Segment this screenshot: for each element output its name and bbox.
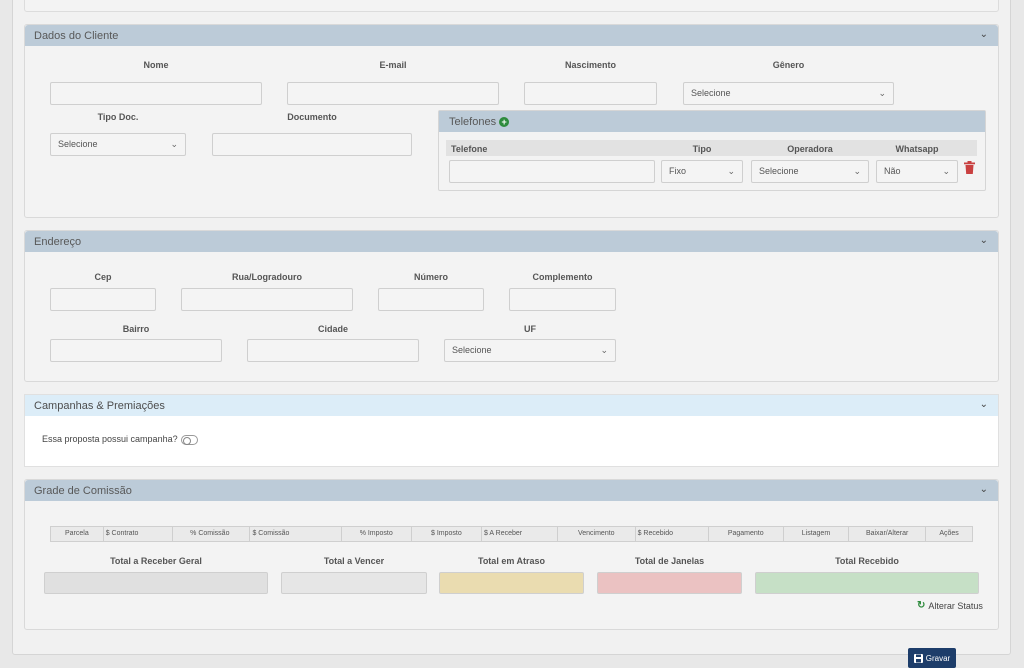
tipo-doc-select[interactable]: Selecione ⌄ <box>50 133 186 156</box>
email-input[interactable] <box>287 82 499 105</box>
telefones-header: Telefones + <box>439 111 985 132</box>
whatsapp-select-value: Não <box>884 166 901 176</box>
numero-input[interactable] <box>378 288 484 311</box>
tipo-select[interactable]: Fixo ⌄ <box>661 160 743 183</box>
chevron-down-icon[interactable]: ⌄ <box>980 399 988 410</box>
col-pct-imposto: % Imposto <box>342 527 412 541</box>
chevron-down-icon: ⌄ <box>170 139 178 149</box>
tipo-doc-select-value: Selecione <box>58 139 98 149</box>
total-vencer-label: Total a Vencer <box>323 556 385 566</box>
telefone-input[interactable] <box>449 160 655 183</box>
genero-label: Gênero <box>772 60 805 70</box>
email-label: E-mail <box>379 60 407 70</box>
cidade-label: Cidade <box>317 324 348 334</box>
complemento-label: Complemento <box>532 272 593 282</box>
genero-select[interactable]: Selecione ⌄ <box>683 82 894 105</box>
chevron-down-icon: ⌄ <box>878 88 886 98</box>
nascimento-label: Nascimento <box>564 60 617 70</box>
trash-icon[interactable] <box>964 161 975 174</box>
total-receber-label: Total a Receber Geral <box>110 556 202 566</box>
col-baixar-alterar: Baixar/Alterar <box>849 527 927 541</box>
cep-input[interactable] <box>50 288 156 311</box>
operadora-col: Operadora <box>787 144 833 154</box>
grade-table-header: Parcela $ Contrato % Comissão $ Comissão… <box>50 526 973 542</box>
campanha-toggle[interactable] <box>181 434 199 445</box>
total-vencer-field <box>281 572 427 594</box>
campanhas-title: Campanhas & Premiações <box>34 399 165 412</box>
chevron-down-icon: ⌄ <box>727 166 735 176</box>
telefones-title: Telefones <box>449 115 497 128</box>
campanha-question: Essa proposta possui campanha? <box>42 434 178 444</box>
cidade-input[interactable] <box>247 339 419 362</box>
nome-input[interactable] <box>50 82 262 105</box>
col-vencimento: Vencimento <box>558 527 636 541</box>
total-janelas-label: Total de Janelas <box>634 556 705 566</box>
rua-label: Rua/Logradouro <box>232 272 302 282</box>
campanhas-panel: Campanhas & Premiações ⌄ Essa proposta p… <box>24 394 999 467</box>
whatsapp-col: Whatsapp <box>895 144 939 154</box>
dados-cliente-header[interactable]: Dados do Cliente ⌄ <box>25 25 998 46</box>
refresh-icon: ↻ <box>917 600 926 611</box>
bairro-label: Bairro <box>122 324 150 334</box>
complemento-input[interactable] <box>509 288 616 311</box>
total-atraso-label: Total em Atraso <box>477 556 545 566</box>
gravar-button[interactable]: Gravar <box>908 648 956 668</box>
documento-label: Documento <box>287 112 337 122</box>
total-atraso-field <box>439 572 584 594</box>
total-receber-field <box>44 572 268 594</box>
chevron-down-icon: ⌄ <box>600 345 608 355</box>
nome-label: Nome <box>143 60 169 70</box>
tipo-doc-label: Tipo Doc. <box>97 112 139 122</box>
col-contrato: $ Contrato <box>104 527 173 541</box>
chevron-down-icon: ⌄ <box>942 166 950 176</box>
documento-input[interactable] <box>212 133 412 156</box>
previous-section-card <box>24 0 999 12</box>
alterar-status-label: Alterar Status <box>928 600 983 611</box>
operadora-select[interactable]: Selecione ⌄ <box>751 160 869 183</box>
col-acoes: Ações <box>939 530 959 537</box>
uf-label: UF <box>524 324 536 334</box>
col-imposto: $ Imposto <box>412 527 482 541</box>
chevron-down-icon: ⌄ <box>853 166 861 176</box>
total-janelas-field <box>597 572 742 594</box>
grade-header[interactable]: Grade de Comissão ⌄ <box>25 480 998 501</box>
col-comissao: $ Comissão <box>250 527 343 541</box>
tipo-select-value: Fixo <box>669 166 687 176</box>
telefone-col: Telefone <box>451 144 488 154</box>
campanha-question-row: Essa proposta possui campanha? <box>42 434 199 445</box>
chevron-down-icon[interactable]: ⌄ <box>980 484 988 495</box>
chevron-down-icon[interactable]: ⌄ <box>980 235 988 246</box>
col-listagem: Listagem <box>784 527 850 541</box>
gravar-label: Gravar <box>925 653 951 663</box>
genero-select-value: Selecione <box>691 88 731 98</box>
tipo-col: Tipo <box>692 144 712 154</box>
nascimento-input[interactable] <box>524 82 657 105</box>
alterar-status-link[interactable]: ↻ Alterar Status <box>917 600 983 611</box>
col-pct-comissao: % Comissão <box>173 527 251 541</box>
col-pagamento: Pagamento <box>709 527 784 541</box>
save-icon <box>913 653 923 663</box>
col-parcela: Parcela <box>51 527 104 541</box>
col-a-receber: $ A Receber <box>482 527 559 541</box>
dados-cliente-title: Dados do Cliente <box>34 29 119 42</box>
bairro-input[interactable] <box>50 339 222 362</box>
total-recebido-field <box>755 572 979 594</box>
col-recebido: $ Recebido <box>636 527 709 541</box>
cep-label: Cep <box>94 272 112 282</box>
grade-panel: Grade de Comissão ⌄ <box>24 479 999 630</box>
numero-label: Número <box>413 272 448 282</box>
uf-select[interactable]: Selecione ⌄ <box>444 339 616 362</box>
endereco-title: Endereço <box>34 235 82 248</box>
plus-circle-icon[interactable]: + <box>499 116 510 127</box>
chevron-down-icon[interactable]: ⌄ <box>980 29 988 40</box>
operadora-select-value: Selecione <box>759 166 799 176</box>
endereco-header[interactable]: Endereço ⌄ <box>25 231 998 252</box>
whatsapp-select[interactable]: Não ⌄ <box>876 160 958 183</box>
campanhas-header[interactable]: Campanhas & Premiações ⌄ <box>25 395 998 416</box>
grade-title: Grade de Comissão <box>34 484 132 497</box>
total-recebido-label: Total Recebido <box>835 556 899 566</box>
uf-select-value: Selecione <box>452 345 492 355</box>
rua-input[interactable] <box>181 288 353 311</box>
